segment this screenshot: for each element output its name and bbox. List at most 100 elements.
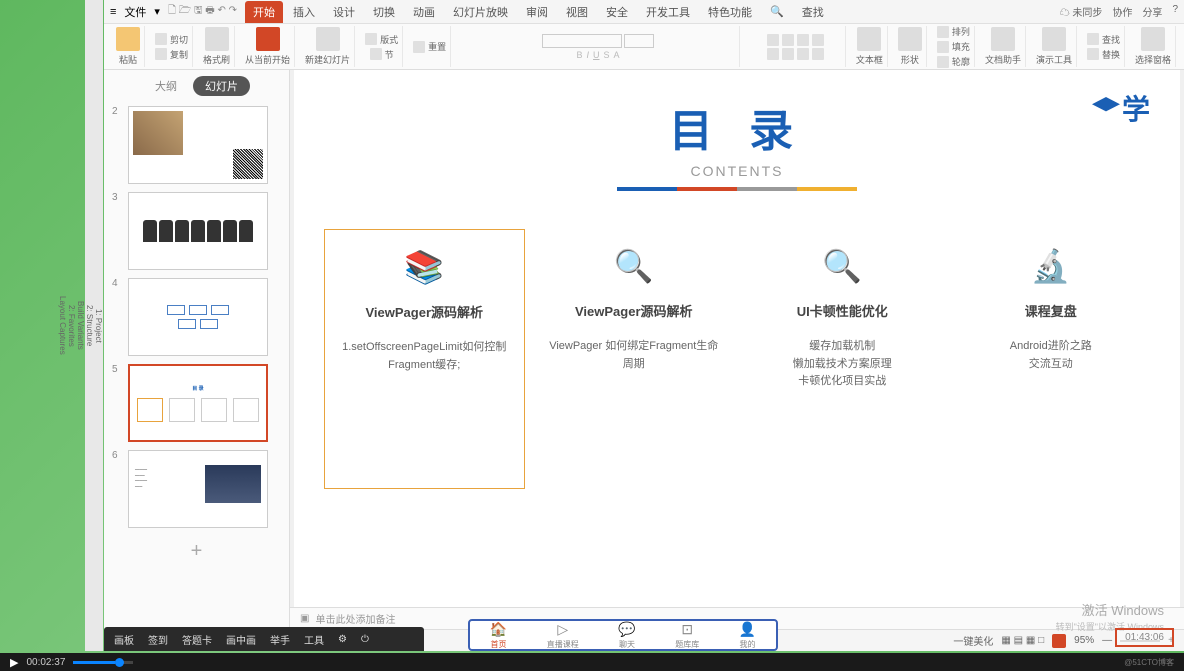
nav-home[interactable]: 🏠首页 xyxy=(490,621,507,650)
tab-view[interactable]: 视图 xyxy=(558,1,596,23)
replace-label[interactable]: 替换 xyxy=(1102,48,1120,61)
tab-outline[interactable]: 大纲 xyxy=(143,76,189,96)
play-icon: ▷ xyxy=(557,621,568,638)
hamburger-icon[interactable]: ≡ xyxy=(110,6,116,18)
format-painter-icon[interactable] xyxy=(205,27,229,51)
shape-icon[interactable] xyxy=(898,27,922,51)
progress-thumb[interactable] xyxy=(115,658,124,667)
power-icon[interactable]: ⏻ xyxy=(361,634,369,645)
beautify-button[interactable]: 一键美化 xyxy=(953,633,993,648)
tab-review[interactable]: 审阅 xyxy=(518,1,556,23)
add-slide-button[interactable]: + xyxy=(104,532,289,571)
tab-features[interactable]: 特色功能 xyxy=(700,1,760,23)
paragraph-list[interactable] xyxy=(767,48,824,60)
tab-security[interactable]: 安全 xyxy=(598,1,636,23)
view-buttons[interactable]: ▦ ▤ ▦ □ xyxy=(1001,635,1044,646)
collab-button[interactable]: 协作 xyxy=(1112,4,1132,19)
presentation-tool-label: 演示工具 xyxy=(1036,53,1072,66)
graduation-cap-icon xyxy=(1092,97,1120,115)
thumbnail-5[interactable]: 5 目 录 xyxy=(104,360,289,446)
thumbnail-6[interactable]: 6 ━━━━━━━━━━━━━━━━━ xyxy=(104,446,289,532)
ide-tab-captures[interactable]: Layout Captures xyxy=(58,288,67,363)
tab-insert[interactable]: 插入 xyxy=(285,1,323,23)
shape-label: 形状 xyxy=(901,53,919,66)
dropdown-icon[interactable]: ▾ xyxy=(154,5,160,18)
tool-canvas[interactable]: 画板 xyxy=(114,632,134,647)
nav-question[interactable]: ⊡题库库 xyxy=(675,621,699,650)
help-button[interactable]: ? xyxy=(1172,4,1178,19)
progress-fill xyxy=(73,661,115,664)
search-icon: 🔍 xyxy=(762,2,792,21)
progress-bar[interactable] xyxy=(73,661,133,664)
play-button[interactable] xyxy=(1052,634,1066,648)
docs-helper-icon[interactable] xyxy=(991,27,1015,51)
titlebar: ≡ 文件 ▾ 🗋 🗁 🖫 🖶 ↶ ↷ 开始 插入 设计 切换 动画 幻灯片放映 … xyxy=(104,0,1184,24)
file-menu[interactable]: 文件 xyxy=(124,4,146,20)
thumb-number: 6 xyxy=(112,450,122,461)
ide-tab-variants[interactable]: Build Variants xyxy=(76,293,85,358)
tool-quiz[interactable]: 答题卡 xyxy=(182,632,212,647)
box-1-title: ViewPager源码解析 xyxy=(333,302,516,321)
search-icon: 🔍 xyxy=(543,247,726,283)
play-button[interactable]: ▶ xyxy=(10,656,18,669)
tab-find[interactable]: 查找 xyxy=(794,1,832,23)
tab-slides-view[interactable]: 幻灯片 xyxy=(193,76,250,96)
paste-icon[interactable] xyxy=(116,27,140,51)
thumb-number: 2 xyxy=(112,106,122,117)
quick-access-icons[interactable]: 🗋 🗁 🖫 🖶 ↶ ↷ xyxy=(168,3,237,20)
ide-tab-structure[interactable]: 2: Structure xyxy=(85,297,94,354)
font-selector[interactable] xyxy=(542,34,654,48)
ide-tab-favorites[interactable]: 2: Favorites xyxy=(67,297,76,355)
tool-tools[interactable]: 工具 xyxy=(304,632,324,647)
tab-slideshow[interactable]: 幻灯片放映 xyxy=(445,1,516,23)
content-box-1[interactable]: 📚 ViewPager源码解析 1.setOffscreenPageLimit如… xyxy=(324,229,525,489)
zoom-level: 95% xyxy=(1074,635,1094,646)
new-slide-icon[interactable] xyxy=(316,27,340,51)
share-button[interactable]: 分享 xyxy=(1142,4,1162,19)
nav-live[interactable]: ▷直播课程 xyxy=(547,621,579,650)
thumbnail-2[interactable]: 2 xyxy=(104,102,289,188)
slide-canvas[interactable]: 学 目 录 CONTENTS 📚 ViewPager源码解析 1.setOffs… xyxy=(294,70,1180,607)
tab-transition[interactable]: 切换 xyxy=(365,1,403,23)
tool-raisehand[interactable]: 举手 xyxy=(270,632,290,647)
box-3-title: UI卡顿性能优化 xyxy=(751,301,934,320)
thumb-number: 5 xyxy=(112,364,122,375)
format-painter-label: 格式刷 xyxy=(203,53,230,66)
copy-icon[interactable] xyxy=(155,48,167,60)
sync-status[interactable]: ☁ 未同步 xyxy=(1060,4,1103,19)
reset-icon[interactable] xyxy=(413,41,425,53)
select-pane-icon[interactable] xyxy=(1141,27,1165,51)
section-label[interactable]: 节 xyxy=(385,48,394,61)
thumbnail-4[interactable]: 4 xyxy=(104,274,289,360)
ide-tab-project[interactable]: 1: Project xyxy=(94,301,103,351)
content-box-3[interactable]: 🔍 UI卡顿性能优化 缓存加载机制 懒加载技术方案原理 卡顿优化项目实战 xyxy=(743,229,942,489)
tab-animation[interactable]: 动画 xyxy=(405,1,443,23)
find-label[interactable]: 查找 xyxy=(1102,33,1120,46)
nav-chat[interactable]: 💬聊天 xyxy=(618,621,635,650)
tool-signin[interactable]: 签到 xyxy=(148,632,168,647)
textbox-icon[interactable] xyxy=(857,27,881,51)
content-box-2[interactable]: 🔍 ViewPager源码解析 ViewPager 如何绑定Fragment生命… xyxy=(535,229,734,489)
cut-icon[interactable] xyxy=(155,33,167,45)
font-style-buttons[interactable]: BIUSA xyxy=(576,50,619,60)
outline-label[interactable]: 轮廓 xyxy=(952,55,970,68)
paragraph-align[interactable] xyxy=(767,34,824,46)
gear-icon[interactable]: ⚙ xyxy=(338,634,347,645)
layout-label[interactable]: 版式 xyxy=(380,33,398,46)
wps-presentation-window: ≡ 文件 ▾ 🗋 🗁 🖫 🖶 ↶ ↷ 开始 插入 设计 切换 动画 幻灯片放映 … xyxy=(104,0,1184,651)
textbox-label: 文本框 xyxy=(856,53,883,66)
tab-start[interactable]: 开始 xyxy=(245,1,283,23)
ide-side-tabs[interactable]: 1: Project 2: Structure Build Variants 2… xyxy=(85,0,103,651)
presentation-tool-icon[interactable] xyxy=(1042,27,1066,51)
zoom-out[interactable]: — xyxy=(1102,635,1112,646)
thumbnail-3[interactable]: 3 xyxy=(104,188,289,274)
tab-design[interactable]: 设计 xyxy=(325,1,363,23)
tab-devtools[interactable]: 开发工具 xyxy=(638,1,698,23)
content-box-4[interactable]: 🔬 课程复盘 Android进阶之路 交流互动 xyxy=(952,229,1151,489)
tool-pip[interactable]: 画中画 xyxy=(226,632,256,647)
nav-profile[interactable]: 👤我的 xyxy=(739,621,756,650)
arrange-label[interactable]: 排列 xyxy=(952,25,970,38)
fill-label[interactable]: 填充 xyxy=(952,40,970,53)
box-1-desc: 1.setOffscreenPageLimit如何控制Fragment缓存; xyxy=(333,339,516,374)
from-current-icon[interactable] xyxy=(256,27,280,51)
